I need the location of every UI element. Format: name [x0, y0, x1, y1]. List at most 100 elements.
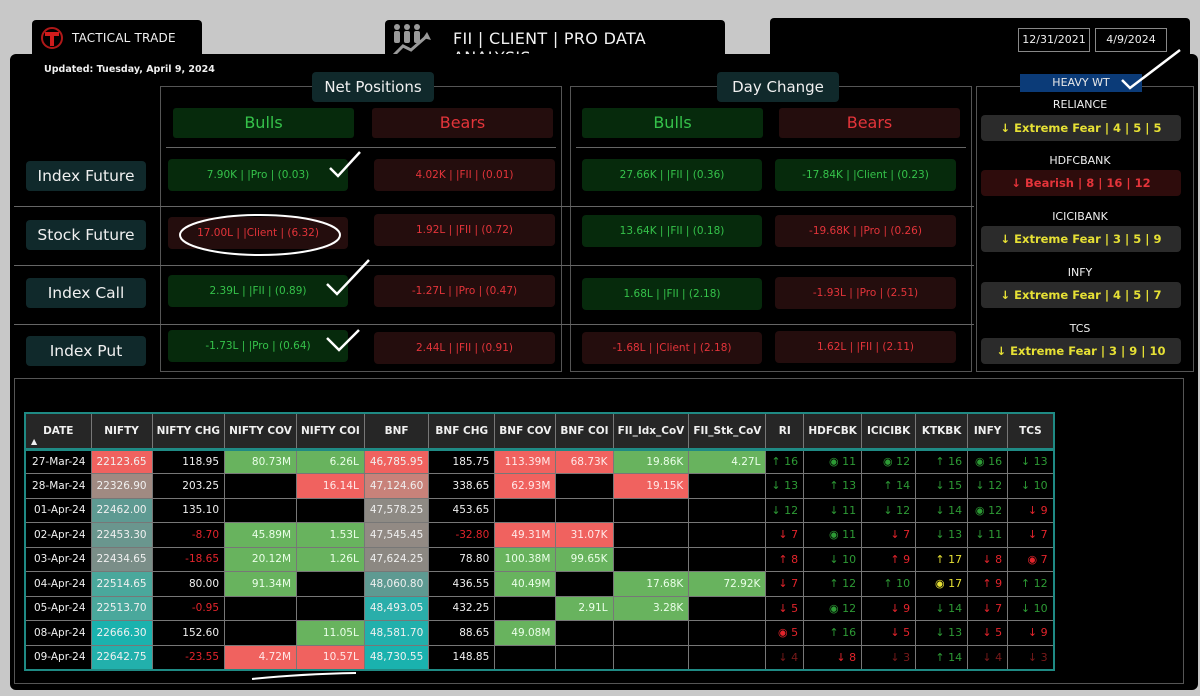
cell-bnf-cov: 40.49M	[494, 571, 557, 597]
cell-nifty-coi	[296, 497, 365, 523]
cell-signal-infy: ↑ 9	[967, 571, 1009, 597]
cell-fii-idx-cov: 19.15K	[612, 473, 690, 499]
column-header-label: FII_Idx_CoV	[617, 424, 685, 437]
column-header-bnf[interactable]: BNF	[363, 412, 430, 450]
cell-bnf-chg: 78.80	[428, 546, 496, 572]
cell-bnf: 48,581.70	[363, 620, 430, 646]
column-header-nifty-cov[interactable]: NIFTY COV	[224, 412, 298, 450]
cell-signal-tcs: ◉ 7	[1007, 546, 1055, 572]
column-header-fii-stk-cov[interactable]: FII_Stk_CoV	[688, 412, 767, 450]
cell-signal-infy: ↓ 11	[967, 522, 1009, 548]
cell-signal-ktkbk: ↑ 16	[915, 448, 969, 474]
column-header-bnf-coi[interactable]: BNF COI	[555, 412, 614, 450]
column-header-bnf-chg[interactable]: BNF CHG	[428, 412, 496, 450]
day-bulls-header: Bulls	[582, 108, 763, 138]
table-row[interactable]: 02-Apr-24 22453.30 -8.70 45.89M 1.53L 47,545.…	[24, 522, 1055, 548]
net-bulls-header: Bulls	[173, 108, 354, 138]
cell-bnf-chg: 453.65	[428, 497, 496, 523]
day-bears-header: Bears	[779, 108, 960, 138]
table-row[interactable]: 28-Mar-24 22326.90 203.25 16.14L 47,124.60 33…	[24, 473, 1055, 499]
cell-signal-hdfcbk: ↑ 16	[803, 620, 863, 646]
cell-date: 05-Apr-24	[24, 595, 92, 621]
cell-signal-hdfcbk: ↓ 11	[803, 497, 863, 523]
cell-fii-stk-cov	[688, 497, 767, 523]
column-header-ri[interactable]: RI	[765, 412, 805, 450]
table-row[interactable]: 27-Mar-24 22123.65 118.95 80.73M 6.26L 46,785…	[24, 448, 1055, 474]
column-header-date[interactable]: DATE ▲	[24, 412, 92, 450]
table-row[interactable]: 04-Apr-24 22514.65 80.00 91.34M 48,060.80 436…	[24, 571, 1055, 597]
cell-fii-stk-cov: 72.92K	[688, 571, 767, 597]
cell-date: 28-Mar-24	[24, 473, 92, 499]
date-range-start[interactable]: 12/31/2021	[1018, 28, 1090, 52]
checkmark-annotation-icon	[329, 151, 361, 178]
cell-signal-ri: ◉ 5	[765, 620, 805, 646]
cell-fii-idx-cov	[612, 522, 690, 548]
day-index-put-bear: 1.62L | |FII | (2.11)	[775, 331, 956, 363]
cell-bnf: 48,493.05	[363, 595, 430, 621]
cell-fii-stk-cov	[688, 546, 767, 572]
cell-signal-tcs: ↓ 13	[1007, 448, 1055, 474]
cell-bnf-chg: -32.80	[428, 522, 496, 548]
cell-bnf-chg: 185.75	[428, 448, 496, 474]
column-header-label: BNF COV	[499, 424, 552, 437]
heavy-wt-value: ↓ Extreme Fear | 4 | 5 | 5	[981, 115, 1181, 141]
column-header-tcs[interactable]: TCS	[1007, 412, 1055, 450]
cell-nifty-chg: -8.70	[151, 522, 226, 548]
cell-signal-ri: ↑ 8	[765, 546, 805, 572]
table-row[interactable]: 05-Apr-24 22513.70 -0.95 48,493.05 432.25 2.9…	[24, 595, 1055, 621]
row-label-stock-future[interactable]: Stock Future	[26, 220, 146, 250]
cell-signal-infy: ↓ 12	[967, 473, 1009, 499]
cell-signal-infy: ◉ 16	[967, 448, 1009, 474]
column-header-bnf-cov[interactable]: BNF COV	[494, 412, 557, 450]
cell-nifty-cov	[224, 497, 298, 523]
column-header-nifty-chg[interactable]: NIFTY CHG	[151, 412, 226, 450]
cell-fii-idx-cov	[612, 546, 690, 572]
cell-nifty-cov	[224, 595, 298, 621]
net-positions-title: Net Positions	[312, 72, 434, 102]
sort-ascending-icon[interactable]: ▲	[31, 437, 37, 446]
row-label-index-future[interactable]: Index Future	[26, 161, 146, 191]
cell-nifty-chg: -0.95	[151, 595, 226, 621]
brand-name: TACTICAL TRADE	[72, 31, 176, 45]
table-row[interactable]: 09-Apr-24 22642.75 -23.55 4.72M 10.57L 48,730…	[24, 644, 1055, 670]
cell-signal-ri: ↓ 13	[765, 473, 805, 499]
net-index-call-bull: 2.39L | |FII | (0.89)	[168, 275, 348, 307]
cell-signal-ktkbk: ↓ 13	[915, 522, 969, 548]
cell-nifty-chg: 203.25	[151, 473, 226, 499]
cell-nifty-cov	[224, 620, 298, 646]
cell-bnf-cov: 49.31M	[494, 522, 557, 548]
cell-bnf-cov	[494, 644, 557, 670]
row-label-index-call[interactable]: Index Call	[26, 278, 146, 308]
cell-signal-ktkbk: ↑ 17	[915, 546, 969, 572]
column-header-nifty[interactable]: NIFTY	[90, 412, 153, 450]
table-row[interactable]: 01-Apr-24 22462.00 135.10 47,578.25 453.65 ↓ …	[24, 497, 1055, 523]
column-header-infy[interactable]: INFY	[967, 412, 1009, 450]
column-header-label: NIFTY CHG	[156, 424, 221, 437]
cell-fii-stk-cov	[688, 522, 767, 548]
divider	[14, 265, 974, 266]
cell-nifty-coi: 1.53L	[296, 522, 365, 548]
cell-fii-idx-cov	[612, 497, 690, 523]
row-label-index-put[interactable]: Index Put	[26, 336, 146, 366]
cell-signal-icicibk: ↑ 10	[861, 571, 917, 597]
column-header-ktkbk[interactable]: KTKBK	[915, 412, 969, 450]
column-header-hdfcbk[interactable]: HDFCBK	[803, 412, 863, 450]
column-header-label: KTKBK	[921, 424, 962, 437]
column-header-label: FII_Stk_CoV	[693, 424, 762, 437]
cell-nifty-coi	[296, 595, 365, 621]
cell-fii-stk-cov	[688, 595, 767, 621]
cell-signal-ri: ↓ 4	[765, 644, 805, 670]
table-row[interactable]: 03-Apr-24 22434.65 -18.65 20.12M 1.26L 47,624…	[24, 546, 1055, 572]
net-index-call-bear: -1.27L | |Pro | (0.47)	[374, 275, 555, 307]
net-index-future-bull: 7.90K | |Pro | (0.03)	[168, 159, 348, 191]
column-header-fii-idx-cov[interactable]: FII_Idx_CoV	[612, 412, 690, 450]
table-row[interactable]: 08-Apr-24 22666.30 152.60 11.05L 48,581.70 88…	[24, 620, 1055, 646]
column-header-label: ICICIBK	[867, 424, 911, 437]
cell-bnf: 48,060.80	[363, 571, 430, 597]
column-header-nifty-coi[interactable]: NIFTY COI	[296, 412, 365, 450]
column-header-icicibk[interactable]: ICICIBK	[861, 412, 917, 450]
cell-nifty-chg: 152.60	[151, 620, 226, 646]
cell-signal-ri: ↑ 16	[765, 448, 805, 474]
cell-nifty-coi: 16.14L	[296, 473, 365, 499]
cell-bnf-coi: 68.73K	[555, 448, 614, 474]
